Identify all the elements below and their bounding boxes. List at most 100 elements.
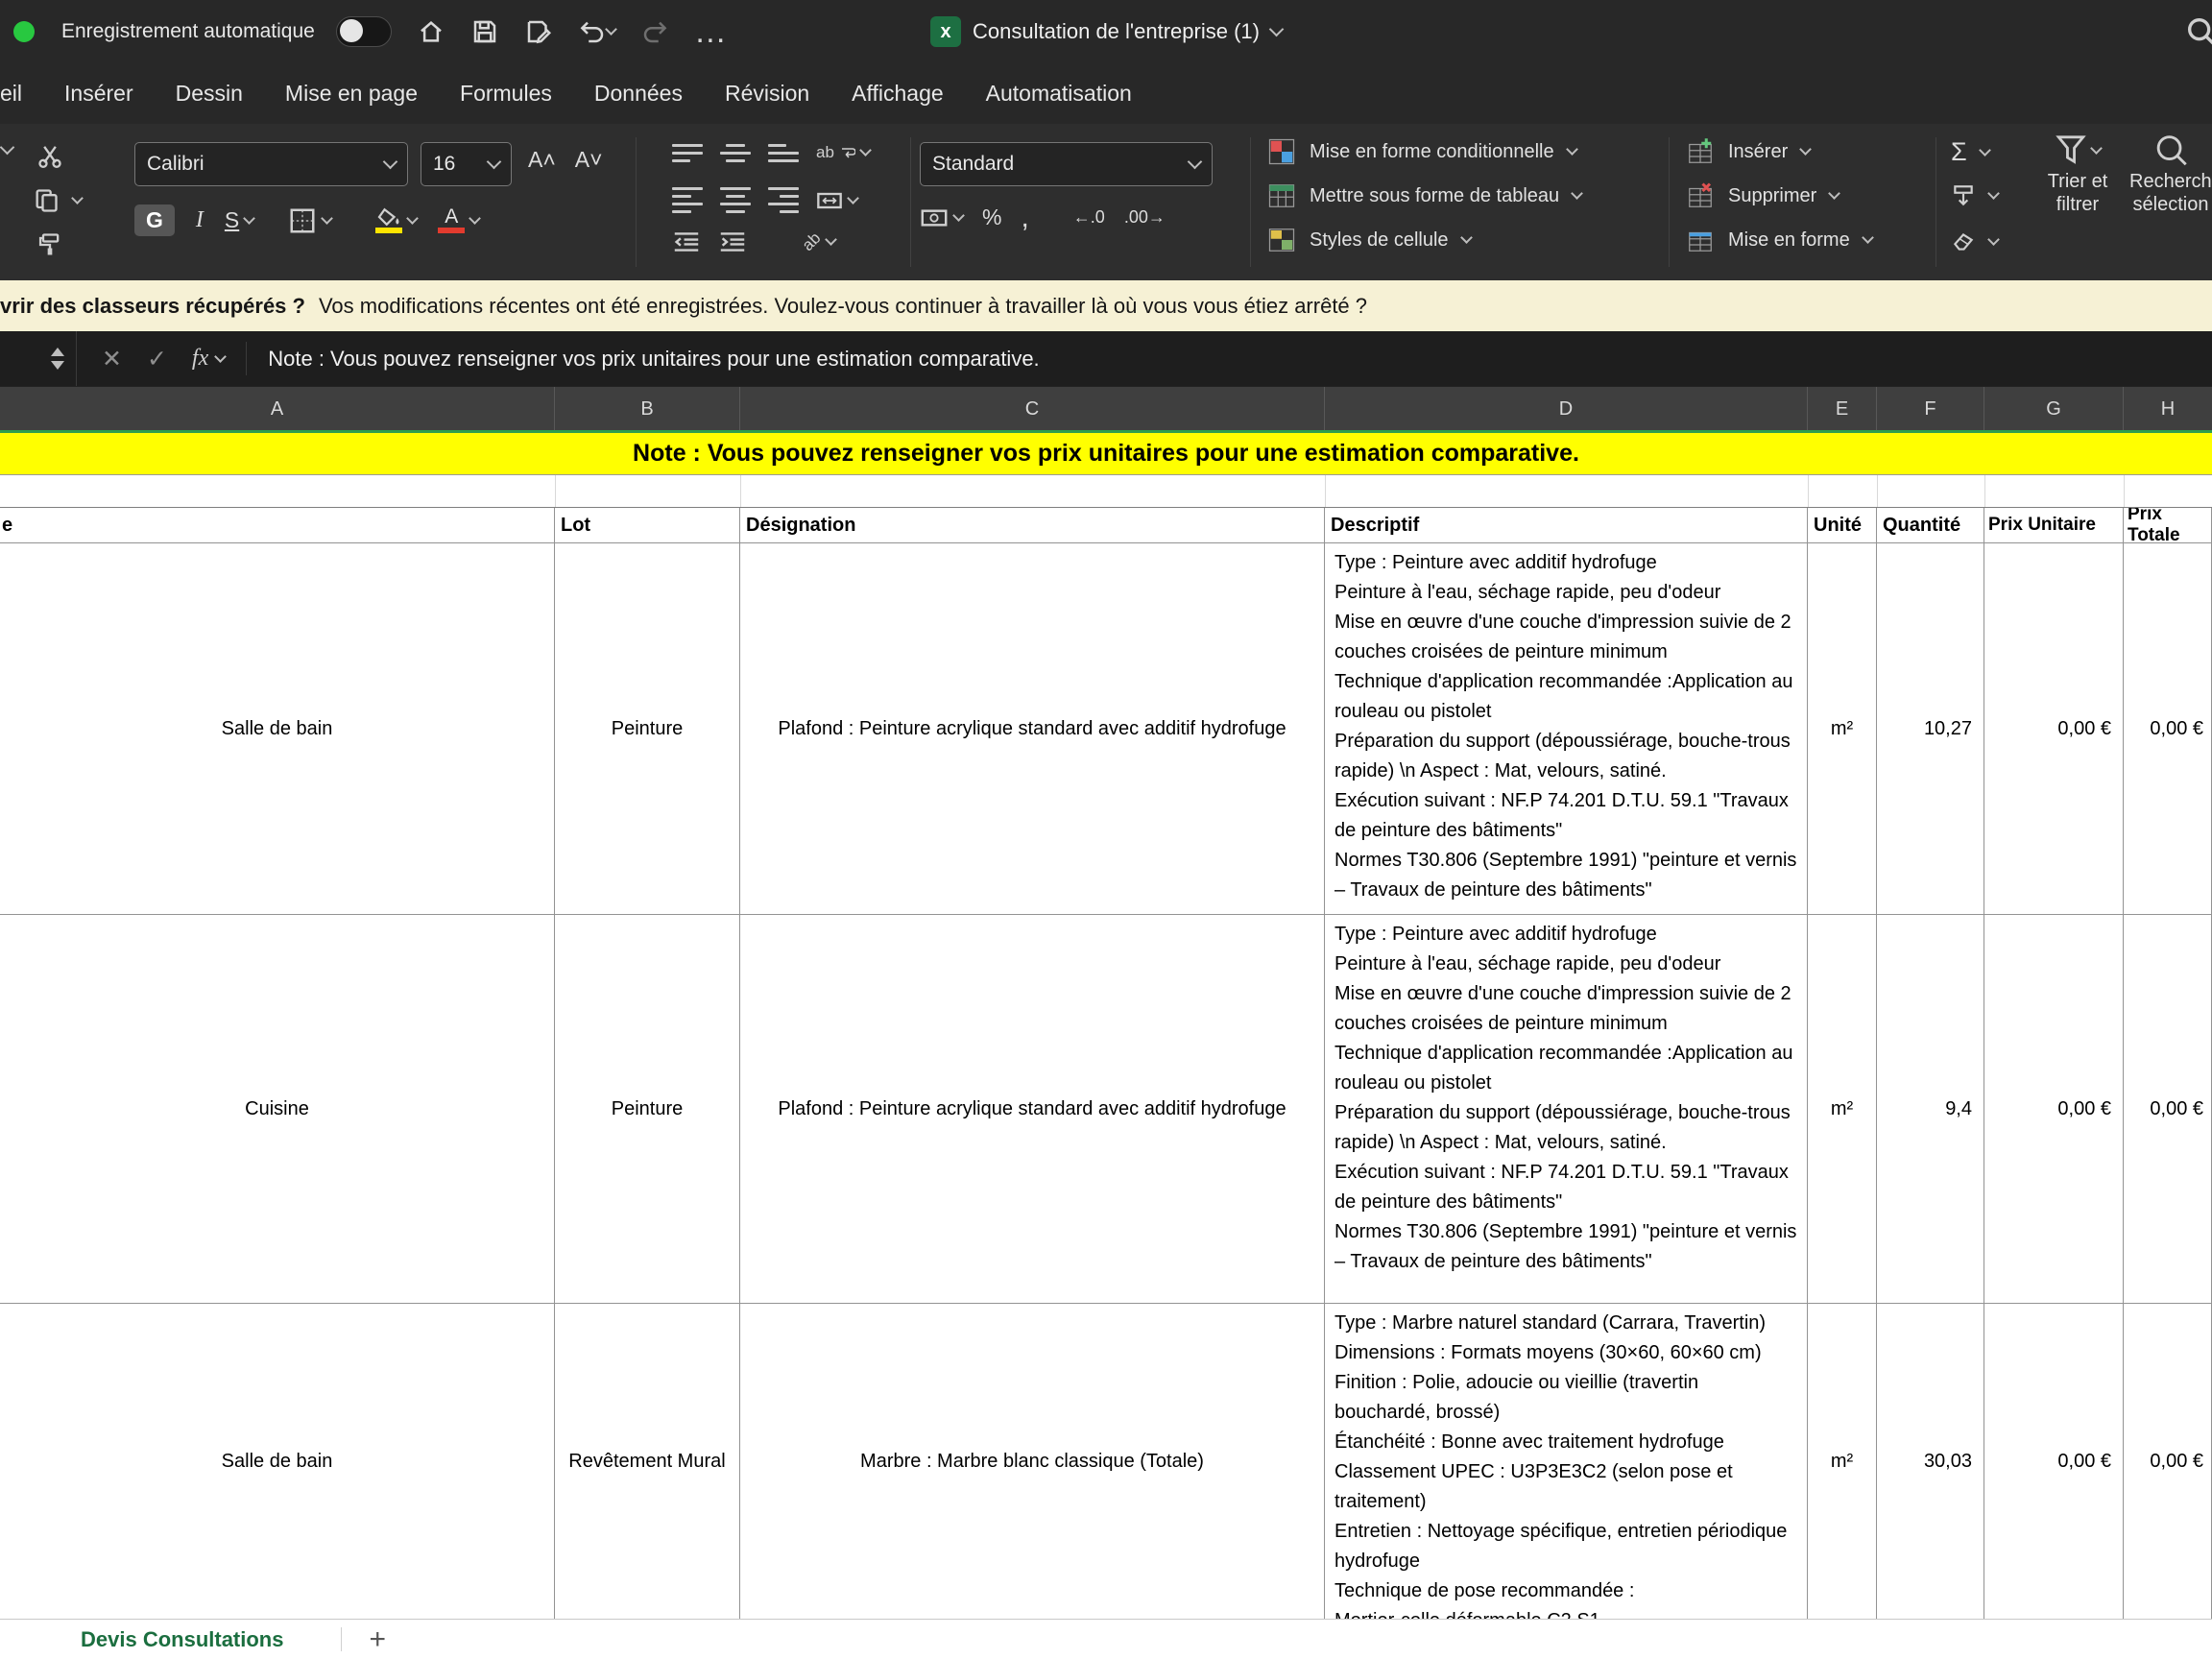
borders-button[interactable] (288, 206, 331, 235)
header-prix-unitaire[interactable]: Prix Unitaire (1984, 508, 2124, 543)
tab-formules[interactable]: Formules (460, 81, 552, 107)
cell-prix-unitaire[interactable]: 0,00 € (1984, 1304, 2124, 1619)
cell-designation[interactable]: Marbre : Marbre blanc classique (Totale) (740, 1304, 1325, 1619)
autosave-toggle[interactable] (336, 16, 392, 47)
autosum-button[interactable]: Σ (1951, 137, 1989, 167)
copy-icon[interactable] (33, 187, 60, 214)
italic-button[interactable]: I (196, 207, 204, 233)
cell-piece[interactable]: Salle de bain (0, 1304, 555, 1619)
confirm-entry-icon[interactable]: ✓ (147, 345, 167, 373)
title-menu-chevron-icon[interactable] (1269, 22, 1285, 37)
tab-dessin[interactable]: Dessin (176, 81, 243, 107)
more-commands-icon[interactable]: … (694, 22, 727, 41)
recovered-workbooks-banner[interactable]: vrir des classeurs récupérés ? Vos modif… (0, 280, 2212, 331)
cell-unite[interactable]: m² (1808, 1304, 1877, 1619)
add-sheet-button[interactable]: + (369, 1630, 386, 1649)
cell-piece[interactable]: Cuisine (0, 915, 555, 1304)
accounting-format-button[interactable] (920, 207, 963, 228)
empty-row[interactable] (0, 475, 2212, 507)
decrease-decimal-icon[interactable]: .00→ (1124, 207, 1166, 228)
column-header-a[interactable]: A (0, 387, 555, 431)
tab-donnees[interactable]: Données (594, 81, 683, 107)
cell-lot[interactable]: Revêtement Mural (555, 1304, 740, 1619)
format-painter-icon[interactable] (36, 231, 63, 258)
cell-quantite[interactable]: 10,27 (1877, 543, 1984, 915)
underline-button[interactable]: S (225, 207, 253, 233)
increase-indent-icon[interactable] (718, 231, 747, 252)
increase-decimal-icon[interactable]: ←.0 (1073, 207, 1105, 228)
font-name-select[interactable]: Calibri (134, 142, 408, 186)
cell-unite[interactable]: m² (1808, 915, 1877, 1304)
orientation-button[interactable]: ab (803, 232, 835, 252)
cell-descriptif[interactable]: Type : Marbre naturel standard (Carrara,… (1325, 1304, 1808, 1619)
column-header-d[interactable]: D (1325, 387, 1808, 431)
delete-cells-button[interactable]: Supprimer (1686, 181, 1839, 210)
merge-center-button[interactable] (816, 191, 857, 210)
align-bottom-icon[interactable] (768, 144, 799, 162)
formula-bar-value[interactable]: Note : Vous pouvez renseigner vos prix u… (268, 347, 1039, 372)
cell-designation[interactable]: Plafond : Peinture acrylique standard av… (740, 915, 1325, 1304)
wrap-text-button[interactable]: ab (816, 143, 870, 162)
increase-font-icon[interactable]: A˄ (528, 147, 556, 173)
insert-cells-button[interactable]: Insérer (1686, 137, 1810, 166)
cell-quantite[interactable]: 9,4 (1877, 915, 1984, 1304)
align-middle-icon[interactable] (720, 144, 751, 162)
header-lot[interactable]: Lot (555, 508, 740, 543)
column-header-e[interactable]: E (1808, 387, 1877, 431)
name-box-spinner-icon[interactable] (51, 348, 64, 370)
fill-button[interactable] (1951, 183, 1998, 208)
cell-prix-unitaire[interactable]: 0,00 € (1984, 915, 2124, 1304)
font-color-button[interactable]: A (438, 207, 479, 233)
tab-automatisation[interactable]: Automatisation (986, 81, 1132, 107)
fill-color-button[interactable] (375, 207, 417, 233)
tab-affichage[interactable]: Affichage (852, 81, 943, 107)
align-top-icon[interactable] (672, 144, 703, 162)
tab-inserer[interactable]: Insérer (64, 81, 133, 107)
save-icon[interactable] (470, 17, 499, 46)
percent-icon[interactable]: % (982, 204, 1001, 230)
window-control-green[interactable] (13, 21, 35, 42)
cell-prix-totale[interactable]: 0,00 € (2124, 915, 2212, 1304)
note-cell[interactable]: Note : Vous pouvez renseigner vos prix u… (0, 430, 2212, 475)
cut-icon[interactable] (36, 141, 63, 168)
header-piece[interactable]: e (0, 508, 555, 543)
align-center-icon[interactable] (720, 187, 751, 213)
cell-lot[interactable]: Peinture (555, 543, 740, 915)
format-cells-button[interactable]: Mise en forme (1686, 226, 1872, 254)
clear-button[interactable] (1951, 229, 1998, 254)
column-header-c[interactable]: C (740, 387, 1325, 431)
undo-icon[interactable] (578, 17, 615, 46)
undo-dropdown-icon[interactable] (605, 23, 617, 36)
number-format-select[interactable]: Standard (920, 142, 1213, 186)
cell-prix-unitaire[interactable]: 0,00 € (1984, 543, 2124, 915)
cell-prix-totale[interactable]: 0,00 € (2124, 543, 2212, 915)
tab-accueil[interactable]: eil (0, 81, 22, 107)
comma-icon[interactable]: , (1021, 210, 1028, 226)
cell-prix-totale[interactable]: 0,00 € (2124, 1304, 2212, 1619)
redo-icon[interactable] (640, 17, 669, 46)
decrease-font-icon[interactable]: A˅ (575, 147, 603, 173)
column-header-f[interactable]: F (1877, 387, 1984, 431)
sort-filter-button[interactable]: Trier et filtrer (2033, 132, 2122, 216)
paste-dropdown-icon[interactable] (0, 140, 14, 156)
conditional-formatting-button[interactable]: Mise en forme conditionnelle (1267, 137, 1576, 166)
header-descriptif[interactable]: Descriptif (1325, 508, 1808, 543)
cell-descriptif[interactable]: Type : Peinture avec additif hydrofuge P… (1325, 915, 1808, 1304)
sheet-tab-devis-consultations[interactable]: Devis Consultations (81, 1627, 283, 1652)
cell-quantite[interactable]: 30,03 (1877, 1304, 1984, 1619)
cell-unite[interactable]: m² (1808, 543, 1877, 915)
search-icon[interactable] (2183, 13, 2212, 52)
header-prix-totale[interactable]: Prix Totale (2124, 508, 2212, 543)
header-unite[interactable]: Unité (1808, 508, 1877, 543)
header-quantite[interactable]: Quantité (1877, 508, 1984, 543)
save-as-icon[interactable] (524, 17, 553, 46)
cell-descriptif[interactable]: Type : Peinture avec additif hydrofuge P… (1325, 543, 1808, 915)
tab-revision[interactable]: Révision (725, 81, 809, 107)
header-designation[interactable]: Désignation (740, 508, 1325, 543)
cell-styles-button[interactable]: Styles de cellule (1267, 226, 1471, 254)
document-title-group[interactable]: x Consultation de l'entreprise (1) (930, 0, 1282, 63)
find-select-button[interactable]: Recherche sélection (2129, 132, 2212, 216)
column-header-g[interactable]: G (1984, 387, 2124, 431)
name-box[interactable] (0, 331, 77, 386)
format-as-table-button[interactable]: Mettre sous forme de tableau (1267, 181, 1581, 210)
